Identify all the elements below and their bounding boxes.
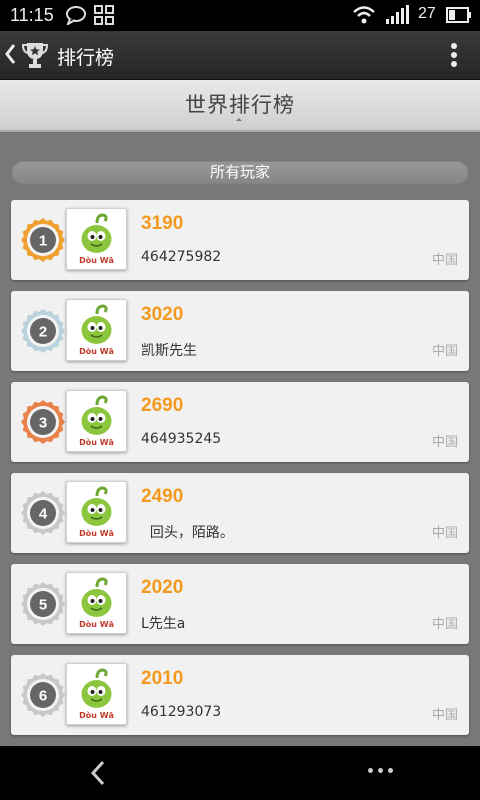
rank-medal-icon: 2 — [20, 308, 66, 354]
player-country: 中国 — [431, 617, 458, 632]
rank-score: 2690 — [141, 395, 184, 416]
rank-medal-icon: 1 — [20, 217, 66, 263]
rank-number: 3 — [39, 415, 47, 432]
battery-level: 27 — [418, 5, 436, 22]
status-time: 11:15 — [10, 5, 54, 25]
avatar-label: Dòu Wā — [79, 710, 114, 720]
avatar: Dòu Wā — [66, 299, 127, 361]
avatar: Dòu Wā — [66, 390, 127, 452]
player-name: L先生a — [141, 616, 186, 632]
action-bar-title: 排行榜 — [57, 47, 115, 69]
nav-back-icon[interactable] — [88, 760, 108, 790]
header-band: 世界排行榜 — [0, 80, 480, 132]
chat-icon — [65, 5, 87, 29]
rank-number: 2 — [39, 324, 47, 341]
rank-row[interactable]: 1 Dòu Wā 3190 464275982 中国 — [11, 200, 469, 280]
rank-medal-icon: 6 — [20, 672, 66, 718]
rank-row[interactable]: 4 Dòu Wā 2490 回头，陌路。 中国 — [11, 473, 469, 553]
player-country: 中国 — [431, 526, 458, 541]
grid-icon — [94, 5, 114, 29]
avatar-label: Dòu Wā — [79, 437, 114, 447]
rank-score: 2020 — [141, 577, 184, 598]
trophy-icon — [20, 40, 50, 74]
avatar-label: Dòu Wā — [79, 619, 114, 629]
avatar: Dòu Wā — [66, 572, 127, 634]
rank-score: 3190 — [141, 213, 184, 234]
player-country: 中国 — [431, 253, 458, 268]
rank-row[interactable]: 3 Dòu Wā 2690 464935245 中国 — [11, 382, 469, 462]
rank-score: 2490 — [141, 486, 184, 507]
player-name: 464935245 — [141, 431, 222, 447]
avatar: Dòu Wā — [66, 663, 127, 725]
nav-bar — [0, 746, 480, 800]
avatar: Dòu Wā — [66, 208, 127, 270]
leaderboard-content: 世界排行榜 所有玩家 1 Dòu Wā 3190 464275982 中国 2 Dòu Wā… — [0, 80, 480, 746]
player-name: 凯斯先生 — [141, 343, 197, 359]
player-name: 回头，陌路。 — [141, 525, 234, 541]
avatar-label: Dòu Wā — [79, 346, 114, 356]
rank-medal-icon: 3 — [20, 399, 66, 445]
section-label[interactable]: 所有玩家 — [11, 160, 469, 184]
rank-number: 1 — [39, 233, 47, 250]
battery-icon — [446, 7, 472, 27]
rank-number: 4 — [39, 506, 48, 523]
rank-row[interactable]: 5 Dòu Wā 2020 L先生a 中国 — [11, 564, 469, 644]
dropdown-caret-icon[interactable] — [236, 118, 242, 121]
rank-number: 5 — [39, 597, 47, 614]
rank-score: 3020 — [141, 304, 184, 325]
avatar-label: Dòu Wā — [79, 528, 114, 538]
avatar-label: Dòu Wā — [79, 255, 114, 265]
rank-score: 2010 — [141, 668, 184, 689]
signal-icon — [385, 5, 409, 29]
page-title: 世界排行榜 — [185, 93, 295, 117]
rank-medal-icon: 5 — [20, 581, 66, 627]
player-country: 中国 — [431, 708, 458, 723]
player-country: 中国 — [431, 435, 458, 450]
rank-number: 6 — [39, 688, 47, 705]
player-country: 中国 — [431, 344, 458, 359]
player-name: 461293073 — [141, 704, 222, 720]
status-bar: 11:15 27 — [0, 0, 480, 31]
player-name: 464275982 — [141, 249, 222, 265]
nav-more-icon[interactable] — [368, 768, 398, 776]
action-bar: 排行榜 — [0, 31, 480, 80]
overflow-menu-icon[interactable] — [446, 41, 462, 71]
back-chevron-icon[interactable] — [4, 43, 16, 69]
wifi-icon — [352, 5, 376, 29]
rank-medal-icon: 4 — [20, 490, 66, 536]
rank-row[interactable]: 2 Dòu Wā 3020 凯斯先生 中国 — [11, 291, 469, 371]
rank-row[interactable]: 6 Dòu Wā 2010 461293073 中国 — [11, 655, 469, 735]
avatar: Dòu Wā — [66, 481, 127, 543]
